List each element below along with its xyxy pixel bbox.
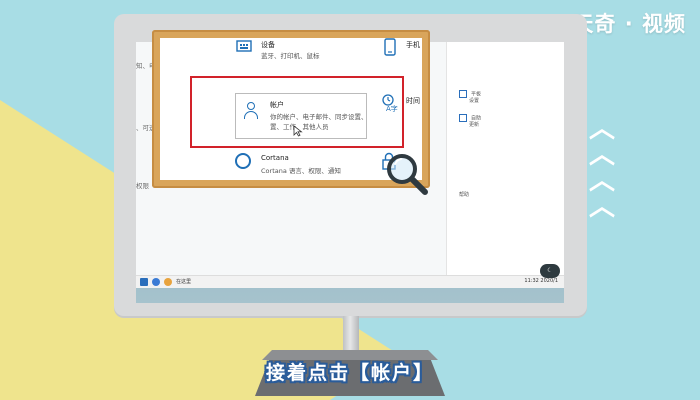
zoom-overlay-content: 设备 蓝牙、打印机、鼠标 手机 帐户 你的帐户、电子邮件、同步设置、 置、工作、… bbox=[160, 38, 422, 180]
devices-icon bbox=[236, 38, 252, 57]
taskbar-search[interactable]: 在这里 bbox=[176, 278, 191, 285]
taskbar-clock: 11:32 2020/1 bbox=[524, 278, 558, 284]
taskbar: 在这里 11:32 2020/1 bbox=[136, 275, 564, 288]
help-icon bbox=[459, 114, 467, 122]
cortana-subtitle: Cortana 语言、权限、通知 bbox=[261, 167, 341, 175]
phone-title[interactable]: 手机 bbox=[406, 40, 420, 50]
person-icon bbox=[244, 102, 258, 120]
right-column-subtext: 更新 bbox=[469, 122, 480, 128]
accounts-subtitle: 你的帐户、电子邮件、同步设置、 bbox=[270, 113, 368, 121]
devices-title[interactable]: 设备 bbox=[261, 40, 275, 50]
phone-icon bbox=[384, 38, 396, 59]
instruction-caption: 接着点击【帐户】 bbox=[265, 362, 434, 384]
explorer-icon[interactable] bbox=[164, 278, 172, 286]
windows-start-icon[interactable] bbox=[140, 278, 148, 286]
right-column-subtext: 设置 bbox=[469, 98, 480, 104]
mouse-cursor-icon bbox=[293, 122, 303, 137]
accounts-title: 帐户 bbox=[270, 101, 284, 109]
settings-row-text: 权限 bbox=[136, 182, 149, 190]
time-language-icon: A字 bbox=[382, 94, 400, 115]
edge-icon[interactable] bbox=[152, 278, 160, 286]
chevron-stack: ︿ ︿ ︿ ︿ bbox=[586, 116, 618, 222]
magnifier-icon bbox=[385, 152, 429, 196]
right-column-item[interactable]: 平板 bbox=[459, 90, 481, 98]
right-column-subtext: 帮助 bbox=[459, 192, 470, 198]
night-mode-badge[interactable]: ☾ bbox=[540, 264, 560, 278]
cortana-title[interactable]: Cortana bbox=[261, 154, 289, 162]
cortana-icon bbox=[234, 152, 252, 173]
tablet-icon bbox=[459, 90, 467, 98]
brand-logo: 天奇 · 视频 bbox=[572, 12, 686, 36]
chevron-up-icon: ︿ bbox=[588, 192, 615, 222]
time-title[interactable]: 时间 bbox=[406, 96, 420, 106]
devices-subtitle: 蓝牙、打印机、鼠标 bbox=[261, 52, 320, 60]
right-column-item[interactable]: 自助 bbox=[459, 114, 481, 122]
settings-right-column: 平板 设置 自助 更新 帮助 bbox=[446, 42, 564, 275]
svg-text:A字: A字 bbox=[386, 104, 398, 112]
